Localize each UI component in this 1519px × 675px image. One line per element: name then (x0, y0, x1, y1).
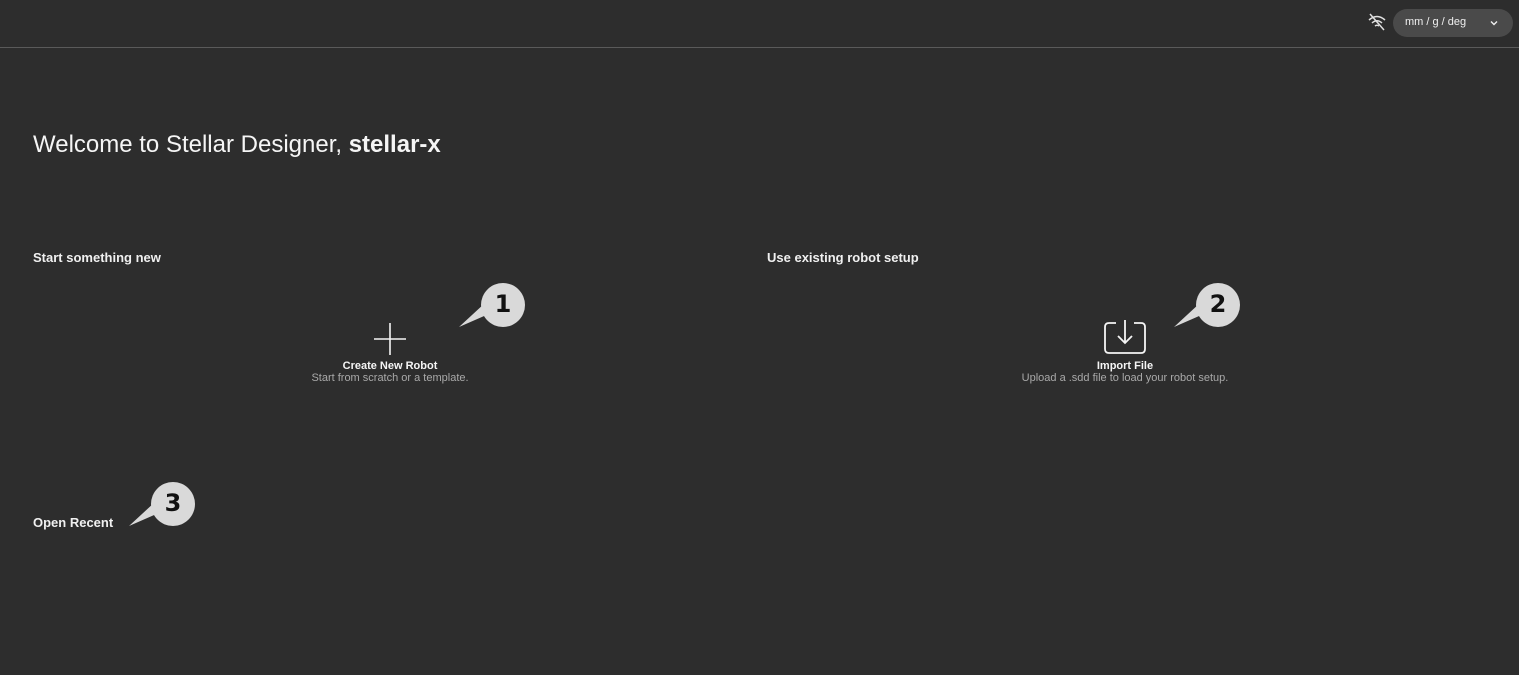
callout-number: 2 (1209, 290, 1227, 318)
page-title: Welcome to Stellar Designer, stellar-x (33, 131, 441, 159)
units-value: mm / g / deg (1405, 16, 1467, 28)
chevron-down-icon (1490, 21, 1498, 26)
import-icon (1104, 320, 1146, 354)
existing-setup-heading: Use existing robot setup (767, 250, 919, 265)
start-new-heading: Start something new (33, 250, 161, 265)
callout-number: 3 (164, 489, 182, 517)
create-new-robot-title: Create New Robot (342, 360, 438, 372)
open-recent-heading: Open Recent (33, 515, 114, 530)
username: stellar-x (348, 131, 441, 158)
plus-icon (374, 323, 406, 355)
wifi-off-icon[interactable] (1367, 13, 1387, 31)
import-file-title: Import File (1096, 360, 1154, 372)
create-new-robot-description: Start from scratch or a template. (311, 372, 469, 384)
callout-3: 3 (125, 482, 199, 533)
units-dropdown[interactable]: mm / g / deg (1393, 9, 1513, 37)
import-file-description: Upload a .sdd file to load your robot se… (1021, 372, 1229, 384)
callout-number: 1 (494, 290, 512, 318)
callout-2: 2 (1170, 283, 1244, 334)
top-bar: mm / g / deg (0, 0, 1519, 48)
welcome-text: Welcome to Stellar Designer, (33, 131, 349, 158)
callout-1: 1 (455, 283, 529, 334)
